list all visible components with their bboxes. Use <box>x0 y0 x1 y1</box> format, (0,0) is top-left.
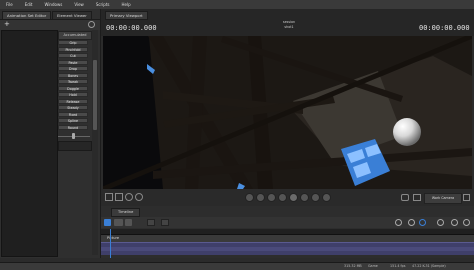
settings-icon[interactable] <box>161 219 169 226</box>
clip-track[interactable] <box>101 242 474 255</box>
tab-timeline[interactable]: Timeline <box>111 208 141 217</box>
menu-scripts[interactable]: Scripts <box>90 2 116 7</box>
prev-key-icon[interactable] <box>256 193 265 202</box>
timecode-right: 00:00:00.000 <box>419 24 470 32</box>
layout-icon[interactable] <box>413 194 421 201</box>
rotate-tool-icon[interactable] <box>125 193 133 201</box>
menu-edit[interactable]: Edit <box>19 2 39 7</box>
scrollbar[interactable] <box>92 30 98 255</box>
add-key-icon[interactable] <box>147 219 155 226</box>
preset-button-steady[interactable]: Steady <box>58 105 88 111</box>
scene-render <box>103 36 472 189</box>
timeline-panel: Timeline Picture <box>101 206 474 258</box>
preset-button-hold[interactable]: Hold <box>58 92 88 98</box>
viewport-header: Primary Viewport 00:00:00.000 session sh… <box>101 9 474 36</box>
scale-tool-icon[interactable] <box>135 193 143 201</box>
session-label: session <box>282 20 296 24</box>
preset-button-cut[interactable]: Cut <box>58 53 88 59</box>
status-rate: 47.22 K-31 (Sample) <box>412 264 446 268</box>
preset-button-round[interactable]: Round <box>58 124 88 130</box>
slider-handle[interactable] <box>72 133 75 139</box>
track-label: Picture <box>107 236 120 240</box>
accumulated-header: Accumulated <box>58 31 92 40</box>
step-forward-icon[interactable] <box>300 193 309 202</box>
motion-mode-icon[interactable] <box>125 219 132 226</box>
clip-bar[interactable] <box>101 247 474 251</box>
panel-toolbar: + <box>0 19 100 30</box>
timeline-toolbar <box>101 217 474 228</box>
preset-button-drop[interactable]: Drop <box>58 66 88 72</box>
lock-icon[interactable] <box>437 219 444 226</box>
preset-button-pinchfold[interactable]: Pinchfold <box>58 46 88 52</box>
viewport-menu-icon[interactable] <box>463 194 470 201</box>
next-key-icon[interactable] <box>311 193 320 202</box>
shot-label: shot1 <box>284 25 294 29</box>
add-button[interactable]: + <box>4 20 10 28</box>
slider-value-box[interactable] <box>58 141 92 151</box>
options-icon[interactable] <box>463 219 470 226</box>
viewport-scene[interactable] <box>103 36 472 189</box>
status-game: Game <box>368 264 378 268</box>
scrollbar-thumb[interactable] <box>93 60 97 130</box>
preset-button-spline[interactable]: Spline <box>58 118 88 124</box>
sync-icon[interactable] <box>419 219 426 226</box>
transport-bar: Work Camera <box>101 189 474 206</box>
status-memory: 315.32 MB <box>344 264 362 268</box>
preset-button-bones[interactable]: Bones <box>58 72 88 78</box>
clip-mode-icon[interactable] <box>114 219 123 226</box>
preset-button-paste[interactable]: Paste <box>58 59 88 65</box>
track-header[interactable]: Picture <box>101 235 474 242</box>
timecode-left: 00:00:00.000 <box>106 24 157 32</box>
jump-start-icon[interactable] <box>245 193 254 202</box>
preset-button-tweak[interactable]: Tweak <box>58 79 88 85</box>
element-tree[interactable] <box>1 30 58 257</box>
camera-icon[interactable] <box>401 194 409 201</box>
jump-end-icon[interactable] <box>322 193 331 202</box>
record-icon[interactable] <box>278 193 287 202</box>
menu-view[interactable]: View <box>68 2 90 7</box>
blend-slider[interactable] <box>58 133 90 139</box>
status-fps: 151.4 fps <box>390 264 406 268</box>
move-tool-icon[interactable] <box>115 193 123 201</box>
graph-mode-icon[interactable] <box>104 219 111 226</box>
preset-button-grip[interactable]: Grip <box>58 40 88 46</box>
settings-gear-icon[interactable] <box>88 21 95 28</box>
menu-file[interactable]: File <box>0 2 19 7</box>
playhead[interactable] <box>110 229 111 258</box>
work-camera-button[interactable]: Work Camera <box>424 193 462 204</box>
tab-primary-viewport[interactable]: Primary Viewport <box>105 11 148 20</box>
loop-icon[interactable] <box>408 219 415 226</box>
preset-button-fixed[interactable]: Fixed <box>58 111 88 117</box>
eye-icon[interactable] <box>451 219 458 226</box>
animation-set-panel: Animation Set Editor Element Viewer + Ac… <box>0 9 101 258</box>
step-back-icon[interactable] <box>267 193 276 202</box>
play-icon[interactable] <box>289 193 298 202</box>
select-tool-icon[interactable] <box>105 193 113 201</box>
menu-help[interactable]: Help <box>116 2 137 7</box>
menu-windows[interactable]: Windows <box>38 2 68 7</box>
magnet-icon[interactable] <box>395 219 402 226</box>
preset-button-doggle[interactable]: Doggle <box>58 85 88 91</box>
preset-button-release[interactable]: Release <box>58 98 88 104</box>
